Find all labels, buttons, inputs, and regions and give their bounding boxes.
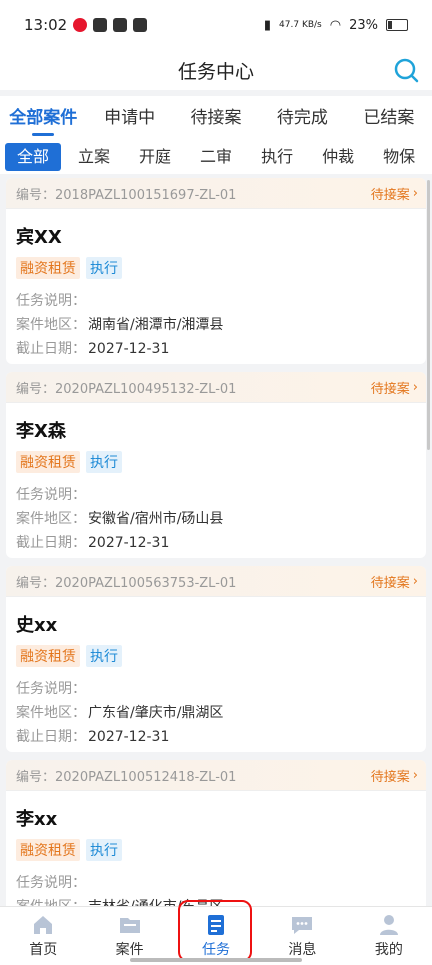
deadline-row: 截止日期： 2027-12-31	[16, 729, 170, 745]
case-number: 编号：2020PAZL100495132-ZL-01	[16, 381, 237, 397]
battery-icon	[386, 19, 408, 31]
business-tag: 融资租赁	[16, 839, 80, 861]
page-title: 任务中心	[177, 60, 254, 83]
business-tag: 融资租赁	[16, 257, 80, 279]
search-icon	[394, 58, 419, 83]
business-tag: 融资租赁	[16, 645, 80, 667]
debtor-name: 李xx	[16, 809, 58, 830]
wifi-icon: ◠	[329, 17, 342, 33]
stage-tag: 执行	[86, 451, 122, 473]
category-chips: 全部 立案 开庭 二审 执行 仲裁 物保	[0, 140, 432, 174]
chevron-right-icon: ›	[412, 185, 418, 201]
case-number: 编号：2020PAZL100563753-ZL-01	[16, 575, 237, 591]
task-list: 编号：2018PAZL100151697-ZL-01 待接案 › 宾XX 融资租赁…	[0, 178, 432, 954]
nav-label: 首页	[29, 942, 58, 958]
tab-closed[interactable]: 已结案	[346, 96, 432, 140]
deadline-row: 截止日期： 2027-12-31	[16, 341, 170, 357]
nav-messages[interactable]: 消息	[259, 907, 345, 965]
region-row: 案件地区： 广东省/肇庆市/鼎湖区	[16, 705, 224, 721]
debtor-name: 李X森	[16, 421, 66, 442]
battery-text: 23%	[349, 17, 378, 33]
mail-icon	[113, 18, 128, 32]
chip-filing[interactable]: 立案	[66, 143, 122, 171]
stage-tag: 执行	[86, 645, 122, 667]
user-icon	[379, 915, 398, 935]
nav-cases[interactable]: 案件	[86, 907, 172, 965]
status-link[interactable]: 待接案 ›	[371, 766, 418, 785]
chip-hearing[interactable]: 开庭	[127, 143, 183, 171]
search-button[interactable]	[390, 54, 422, 86]
task-card[interactable]: 编号：2020PAZL100563753-ZL-01 待接案 › 史xx 融资租赁…	[6, 566, 426, 752]
tab-all-cases[interactable]: 全部案件	[0, 96, 86, 140]
card-header: 编号：2020PAZL100495132-ZL-01 待接案 ›	[6, 372, 426, 403]
bottom-nav: 首页 案件 任务 消息 我的	[0, 906, 432, 965]
card-header: 编号：2018PAZL100151697-ZL-01 待接案 ›	[6, 178, 426, 209]
business-tag: 融资租赁	[16, 451, 80, 473]
app-icon	[93, 18, 108, 32]
chip-all[interactable]: 全部	[5, 143, 62, 171]
task-desc-row: 任务说明：	[16, 293, 86, 309]
status-link[interactable]: 待接案 ›	[371, 572, 418, 591]
chevron-right-icon: ›	[412, 379, 418, 395]
tab-pending-accept[interactable]: 待接案	[173, 96, 259, 140]
chevron-right-icon: ›	[412, 573, 418, 589]
debtor-name: 宾XX	[16, 227, 62, 248]
chip-enforcement[interactable]: 执行	[249, 143, 305, 171]
region-row: 案件地区： 湖南省/湘潭市/湘潭县	[16, 317, 224, 333]
scrollbar[interactable]	[427, 180, 430, 450]
nav-label: 消息	[288, 942, 317, 958]
nav-tasks[interactable]: 任务	[173, 907, 259, 965]
vibrate-icon: ▮	[263, 17, 272, 33]
chip-arbitration[interactable]: 仲裁	[310, 143, 366, 171]
home-icon	[34, 916, 53, 934]
nav-home[interactable]: 首页	[0, 907, 86, 965]
task-card[interactable]: 编号：2018PAZL100151697-ZL-01 待接案 › 宾XX 融资租赁…	[6, 178, 426, 364]
header: 任务中心	[0, 50, 432, 90]
debtor-name: 史xx	[16, 615, 58, 636]
chip-second-instance[interactable]: 二审	[188, 143, 244, 171]
task-desc-row: 任务说明：	[16, 487, 86, 503]
stage-tag: 执行	[86, 839, 122, 861]
task-card[interactable]: 编号：2020PAZL100495132-ZL-01 待接案 › 李X森 融资租赁…	[6, 372, 426, 558]
home-indicator[interactable]	[130, 958, 302, 962]
region-row: 案件地区： 安徽省/宿州市/砀山县	[16, 511, 224, 527]
folder-icon	[119, 918, 140, 933]
task-desc-row: 任务说明：	[16, 875, 86, 891]
chip-collateral[interactable]: 物保	[371, 143, 427, 171]
tab-pending-complete[interactable]: 待完成	[259, 96, 345, 140]
deadline-row: 截止日期： 2027-12-31	[16, 535, 170, 551]
nav-mine[interactable]: 我的	[346, 907, 432, 965]
chevron-right-icon: ›	[412, 767, 418, 783]
tiktok-icon	[133, 18, 148, 32]
card-header: 编号：2020PAZL100512418-ZL-01 待接案 ›	[6, 760, 426, 791]
tab-applying[interactable]: 申请中	[86, 96, 172, 140]
net-speed: 47.7 KB/s	[279, 20, 322, 30]
case-number: 编号：2018PAZL100151697-ZL-01	[16, 187, 237, 203]
nav-label: 案件	[115, 942, 144, 958]
weibo-icon	[73, 18, 88, 32]
case-number: 编号：2020PAZL100512418-ZL-01	[16, 769, 237, 785]
status-tabs: 全部案件 申请中 待接案 待完成 已结案	[0, 96, 432, 140]
message-icon	[292, 917, 313, 934]
status-time: 13:02	[24, 16, 68, 34]
nav-label: 我的	[374, 942, 403, 958]
task-desc-row: 任务说明：	[16, 681, 86, 697]
task-icon	[208, 915, 225, 935]
nav-label: 任务	[202, 942, 231, 958]
stage-tag: 执行	[86, 257, 122, 279]
status-bar: 13:02 ▮ 47.7 KB/s ◠ 23%	[0, 0, 432, 50]
status-link[interactable]: 待接案 ›	[371, 378, 418, 397]
status-link[interactable]: 待接案 ›	[371, 184, 418, 203]
card-header: 编号：2020PAZL100563753-ZL-01 待接案 ›	[6, 566, 426, 597]
